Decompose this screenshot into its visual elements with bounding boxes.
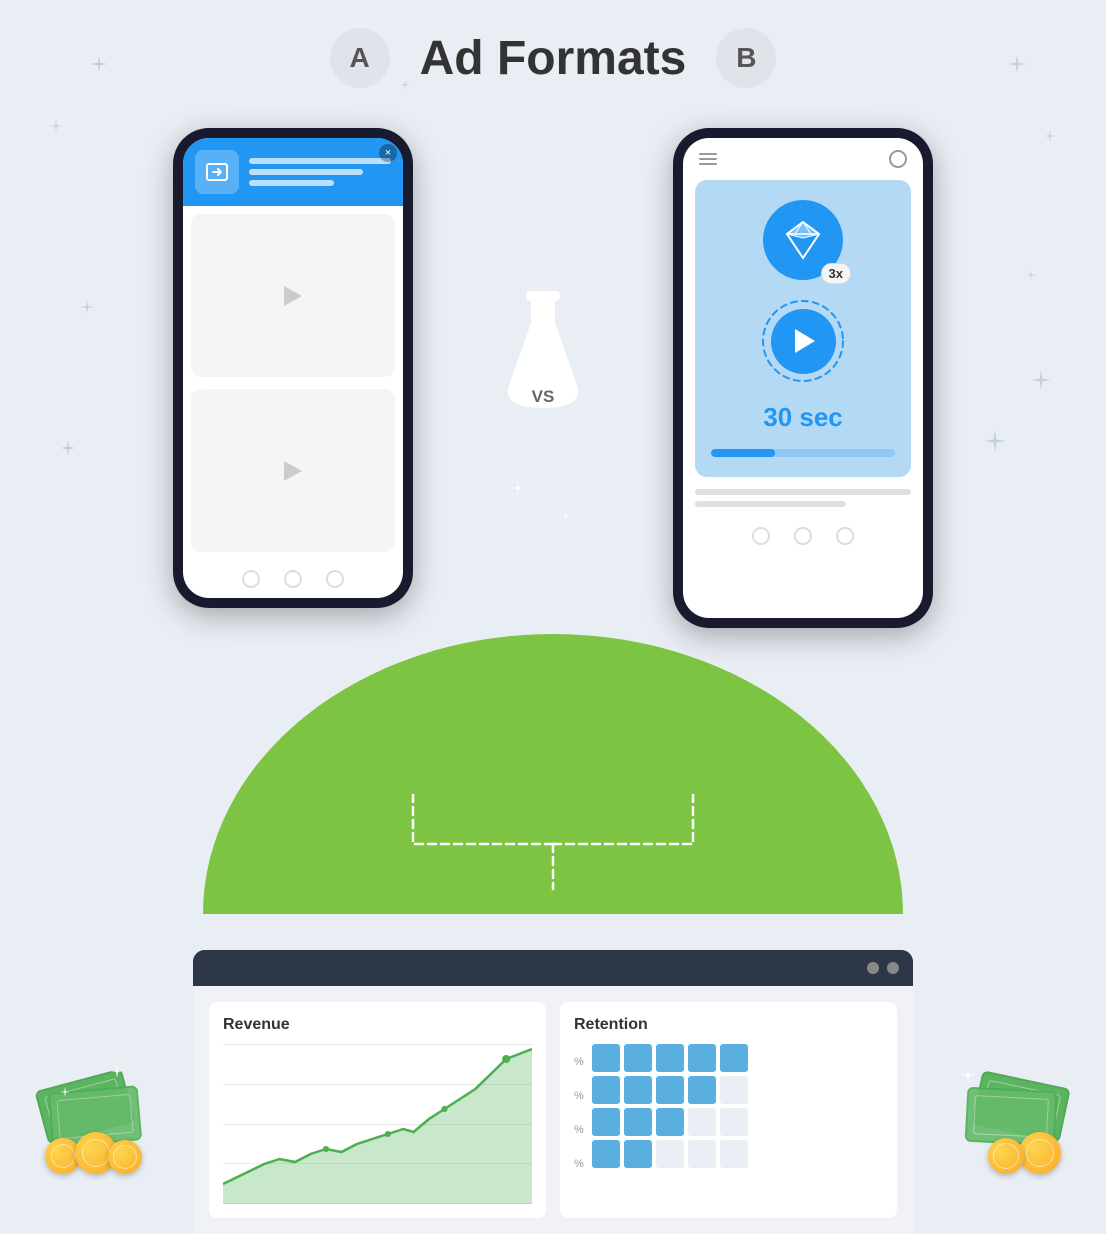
retention-cell — [624, 1140, 652, 1168]
content-line — [695, 501, 846, 507]
vs-label: VS — [532, 387, 555, 407]
retention-y-axis: % % % % — [574, 1044, 584, 1178]
sparkle-icon — [60, 1084, 70, 1102]
progress-bar — [711, 449, 895, 457]
phone-a-nav — [183, 560, 403, 598]
content-card-2 — [191, 389, 395, 552]
phone-b: 3x 30 sec — [673, 128, 933, 628]
diamond-icon — [781, 218, 825, 262]
retention-cell — [624, 1044, 652, 1072]
retention-cell — [624, 1076, 652, 1104]
flask-shape: VS — [493, 288, 593, 423]
ad-line — [249, 158, 391, 164]
sparkle-icon — [110, 1064, 124, 1083]
coin — [988, 1138, 1024, 1174]
retention-cell-empty — [688, 1108, 716, 1136]
ad-banner-lines — [249, 158, 391, 186]
sparkle-icon — [961, 1068, 975, 1087]
retention-chart: % % % % — [574, 1044, 883, 1178]
hamburger-icon — [699, 153, 717, 165]
phone-b-nav — [683, 519, 923, 553]
retention-cell — [688, 1076, 716, 1104]
dashed-ring-icon — [758, 296, 848, 386]
ad-banner-icon — [195, 150, 239, 194]
nav-dot — [836, 527, 854, 545]
dashboard: Revenue — [193, 950, 913, 1234]
retention-cell-empty — [720, 1076, 748, 1104]
phone-a-screen: × — [183, 138, 403, 598]
connector-lines — [273, 794, 833, 894]
retention-cell — [688, 1044, 716, 1072]
retention-cell — [656, 1076, 684, 1104]
play-button-container — [758, 296, 848, 386]
money-left-decoration — [40, 1054, 160, 1174]
progress-bar-fill — [711, 449, 775, 457]
retention-cell — [592, 1108, 620, 1136]
banner-ad: × — [183, 138, 403, 206]
retention-grid — [592, 1044, 748, 1168]
phone-b-bottom-lines — [695, 489, 911, 507]
badge-b: B — [716, 28, 776, 88]
nav-dot — [326, 570, 344, 588]
ad-line — [249, 169, 363, 175]
coin — [1019, 1132, 1061, 1174]
page-title: Ad Formats — [420, 31, 687, 86]
money-right-decoration — [946, 1054, 1066, 1174]
retention-cell — [624, 1108, 652, 1136]
rewarded-content: 3x 30 sec — [695, 180, 911, 477]
retention-cell — [656, 1044, 684, 1072]
retention-cell — [592, 1140, 620, 1168]
retention-cell — [720, 1044, 748, 1072]
ad-line — [249, 180, 334, 186]
retention-cell-empty — [720, 1108, 748, 1136]
retention-cell-empty — [688, 1140, 716, 1168]
retention-cell-empty — [656, 1140, 684, 1168]
dashboard-titlebar — [193, 950, 913, 986]
coin — [108, 1140, 142, 1174]
nav-dot — [284, 570, 302, 588]
header: A Ad Formats B — [0, 0, 1106, 88]
multiplier-badge: 3x — [821, 263, 851, 284]
settings-icon — [889, 150, 907, 168]
revenue-line-chart — [223, 1044, 532, 1204]
nav-dot — [794, 527, 812, 545]
vs-flask-container: VS — [493, 288, 593, 423]
phone-a: × — [173, 128, 413, 608]
timer-label: 30 sec — [763, 402, 843, 433]
retention-cell — [592, 1044, 620, 1072]
close-icon[interactable]: × — [379, 144, 397, 162]
phone-b-header — [683, 138, 923, 180]
badge-a: A — [330, 28, 390, 88]
dashboard-body: Revenue — [193, 986, 913, 1234]
diamond-container: 3x — [763, 200, 843, 280]
nav-dot — [752, 527, 770, 545]
retention-cell-empty — [720, 1140, 748, 1168]
retention-chart-title: Retention — [574, 1016, 883, 1034]
content-line — [695, 489, 911, 495]
play-icon — [284, 461, 302, 481]
revenue-chart — [223, 1044, 532, 1204]
revenue-chart-title: Revenue — [223, 1016, 532, 1034]
retention-cell — [656, 1108, 684, 1136]
retention-chart-card: Retention % % % % — [560, 1002, 897, 1218]
nav-dot — [242, 570, 260, 588]
revenue-chart-card: Revenue — [209, 1002, 546, 1218]
retention-cell — [592, 1076, 620, 1104]
phones-row: × — [0, 128, 1106, 628]
play-icon — [284, 286, 302, 306]
window-dot — [867, 962, 879, 974]
content-card-1 — [191, 214, 395, 377]
phone-b-screen: 3x 30 sec — [683, 138, 923, 618]
window-dot — [887, 962, 899, 974]
